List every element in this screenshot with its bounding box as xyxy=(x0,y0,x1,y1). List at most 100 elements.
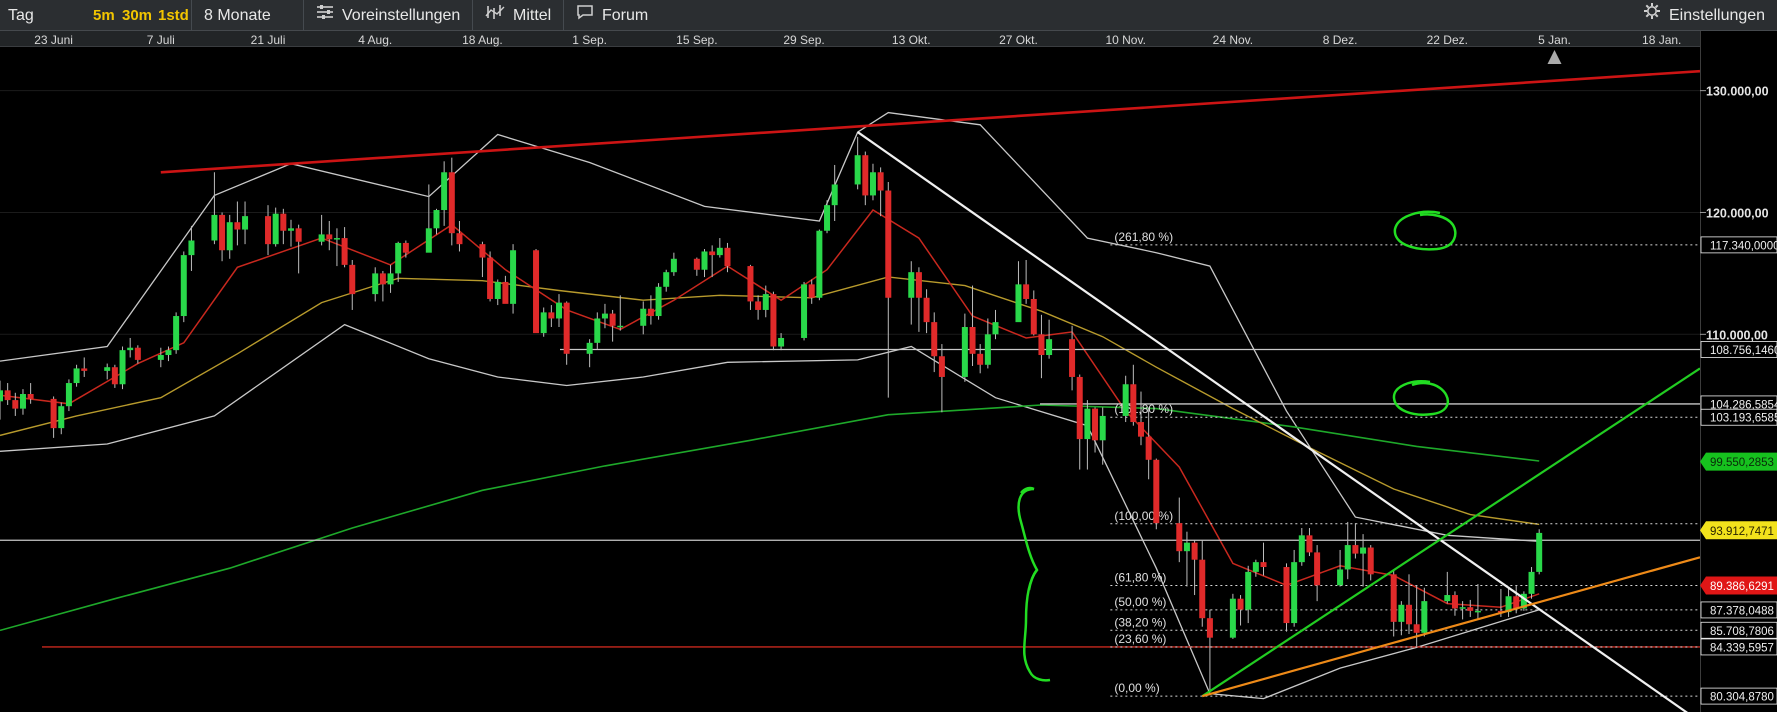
candle-body xyxy=(640,308,647,326)
candle-body xyxy=(862,155,869,196)
config-button[interactable]: Einstellungen xyxy=(1643,0,1765,31)
candle-body xyxy=(1092,408,1099,441)
candle-body xyxy=(242,216,249,230)
fibonacci-label: (50,00 %) xyxy=(1114,595,1166,609)
candle-body xyxy=(349,264,356,295)
candle-body xyxy=(425,228,432,253)
candle-body xyxy=(372,273,379,295)
candle-body xyxy=(219,214,226,251)
candle-body xyxy=(119,350,126,385)
candle-body xyxy=(287,228,294,231)
price-chart[interactable]: (261,80 %)(161,80 %)(100,00 %)(61,80 %)(… xyxy=(0,0,1777,712)
candle-body xyxy=(601,313,608,319)
fibonacci-label: (61,80 %) xyxy=(1114,570,1166,584)
config-label: Einstellungen xyxy=(1669,7,1766,24)
candle-body xyxy=(1352,545,1359,554)
candle-body xyxy=(1444,595,1451,602)
candle-body xyxy=(395,242,402,274)
candle-body xyxy=(1467,607,1474,611)
fibonacci-label: (100,00 %) xyxy=(1114,509,1173,523)
candle-body xyxy=(770,294,777,347)
candle-body xyxy=(402,242,409,253)
candle-body xyxy=(58,406,65,429)
candle-body xyxy=(1283,567,1290,624)
candle-body xyxy=(563,302,570,354)
candle-body xyxy=(931,322,938,357)
candle-body xyxy=(908,272,915,298)
range-selector[interactable]: 8 Monate xyxy=(191,0,302,31)
candle-body xyxy=(27,394,34,399)
candle-body xyxy=(670,258,677,273)
interval-1h-button[interactable]: 1std xyxy=(158,5,189,26)
candle-body xyxy=(379,273,386,285)
candle-body xyxy=(1474,610,1481,613)
candle-body xyxy=(19,394,26,409)
candle-body xyxy=(1137,422,1144,437)
sliders-icon xyxy=(316,0,334,31)
candle-body xyxy=(1015,284,1022,323)
candle-body xyxy=(556,302,563,319)
candle-body xyxy=(831,184,838,206)
candle-body xyxy=(1046,339,1053,356)
candle-body xyxy=(1406,604,1413,625)
indicator-button[interactable]: Mittel xyxy=(472,0,551,31)
candle-body xyxy=(984,334,991,365)
candle-body xyxy=(617,325,624,328)
settings-preset-label: Voreinstellungen xyxy=(342,7,461,24)
candle-body xyxy=(1421,601,1428,633)
fibonacci-label: (38,20 %) xyxy=(1114,615,1166,629)
candle-body xyxy=(885,190,892,298)
candle-body xyxy=(81,368,88,371)
candle-body xyxy=(1413,624,1420,633)
candle-body xyxy=(226,222,233,251)
candle-body xyxy=(1298,535,1305,563)
candle-body xyxy=(272,213,279,245)
candle-body xyxy=(1337,569,1344,586)
candle-body xyxy=(1451,595,1458,609)
candle-body xyxy=(1252,562,1259,572)
candle-body xyxy=(157,355,164,360)
candle-body xyxy=(540,312,547,334)
candle-body xyxy=(647,308,654,317)
period-selector[interactable]: Tag xyxy=(8,0,34,31)
candle-body xyxy=(747,266,754,302)
candle-body xyxy=(762,294,769,310)
candle-body xyxy=(1291,562,1298,624)
candle-body xyxy=(969,327,976,354)
candle-body xyxy=(1084,408,1091,440)
gear-icon xyxy=(1643,0,1661,31)
candle-body xyxy=(1513,596,1520,609)
candle-body xyxy=(1153,459,1160,524)
candle-body xyxy=(1229,598,1236,638)
candle-body xyxy=(1030,298,1037,335)
candle-body xyxy=(586,342,593,354)
candle-body xyxy=(280,213,287,231)
candle-body xyxy=(961,327,968,377)
interval-5m-button[interactable]: 5m xyxy=(93,5,115,26)
candle-body xyxy=(1398,604,1405,622)
candle-body xyxy=(1038,334,1045,356)
candle-body xyxy=(915,272,922,298)
candle-body xyxy=(1076,376,1083,440)
settings-preset-button[interactable]: Voreinstellungen xyxy=(303,0,460,31)
price-axis xyxy=(1700,31,1777,712)
candle-body xyxy=(180,255,187,317)
candle-body xyxy=(494,281,501,299)
candle-body xyxy=(1130,384,1137,423)
candle-body xyxy=(1459,607,1466,609)
candle-body xyxy=(502,281,509,304)
candle-body xyxy=(1191,542,1198,560)
candle-body xyxy=(333,238,340,240)
candle-body xyxy=(1206,618,1213,638)
interval-30m-button[interactable]: 30m xyxy=(122,5,152,26)
forum-button[interactable]: Forum xyxy=(563,0,648,31)
candle-body xyxy=(1360,547,1367,554)
candle-body xyxy=(1099,415,1106,441)
candle-body xyxy=(716,247,723,256)
candle-body xyxy=(1536,532,1543,572)
candle-body xyxy=(104,367,111,371)
candle-body xyxy=(533,250,540,334)
candle-body xyxy=(824,205,831,231)
candle-body xyxy=(854,155,861,185)
candle-body xyxy=(265,216,272,245)
